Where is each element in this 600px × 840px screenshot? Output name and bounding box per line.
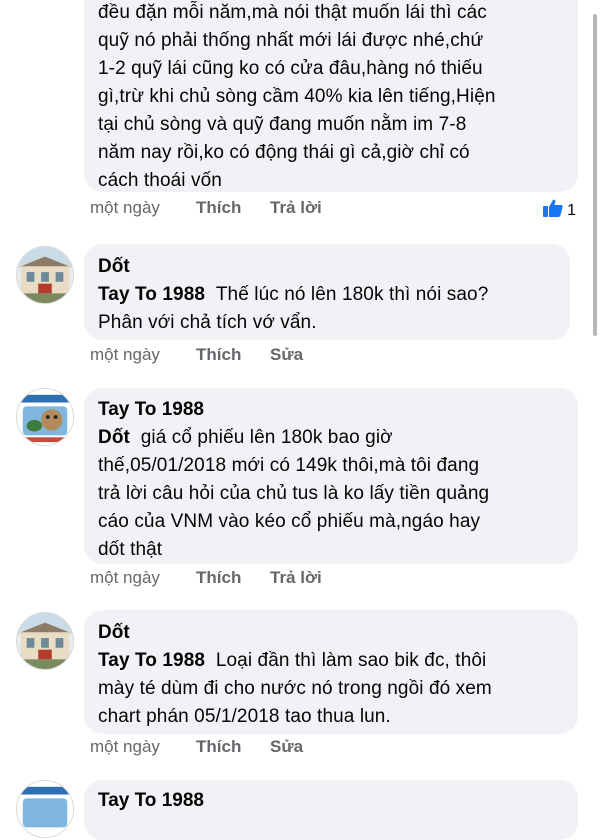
mention-tag[interactable]: Tay To 1988 bbox=[98, 650, 205, 671]
edit-button[interactable]: Sửa bbox=[270, 343, 303, 367]
comment-author[interactable]: Dốt bbox=[98, 255, 556, 279]
mention-tag[interactable]: Dốt bbox=[98, 427, 130, 448]
reply-button[interactable]: Trả lời bbox=[270, 196, 322, 220]
comment-time[interactable]: một ngày bbox=[90, 196, 160, 220]
scrollbar[interactable] bbox=[593, 14, 597, 336]
comment-text: giá cổ phiếu lên 180k bao giờ thế,05/01/… bbox=[98, 427, 490, 560]
reply-button[interactable]: Trả lời bbox=[270, 566, 322, 590]
comment-body: Dốt giá cổ phiếu lên 180k bao giờ thế,05… bbox=[98, 424, 564, 564]
house-photo-icon bbox=[17, 613, 73, 669]
comment-body: Tay To 1988 Thế lúc nó lên 180k thì nói … bbox=[98, 281, 556, 337]
comment-time[interactable]: một ngày bbox=[90, 343, 160, 367]
comment-body: Tay To 1988 Loại đần thì làm sao bik đc,… bbox=[98, 647, 564, 731]
comment-author[interactable]: Tay To 1988 bbox=[98, 398, 564, 422]
comment-author[interactable]: Tay To 1988 bbox=[98, 789, 564, 813]
thumbs-up-icon bbox=[542, 198, 564, 223]
avatar[interactable] bbox=[16, 246, 74, 304]
cartoon-avatar-icon bbox=[17, 781, 73, 837]
comment-bubble: Tay To 1988 bbox=[84, 780, 578, 840]
comment-bubble: Tay To 1988 Dốt giá cổ phiếu lên 180k ba… bbox=[84, 388, 578, 564]
comment-time[interactable]: một ngày bbox=[90, 566, 160, 590]
comment-bubble: Dốt Tay To 1988 Loại đần thì làm sao bik… bbox=[84, 610, 578, 734]
comment-time[interactable]: một ngày bbox=[90, 735, 160, 759]
avatar[interactable] bbox=[16, 612, 74, 670]
mention-tag[interactable]: Tay To 1988 bbox=[98, 284, 205, 305]
avatar[interactable] bbox=[16, 780, 74, 838]
cartoon-avatar-icon bbox=[17, 389, 73, 445]
reaction-count: 1 bbox=[567, 201, 576, 219]
comment-bubble: đều đặn mỗi năm,mà nói thật muốn lái thì… bbox=[84, 0, 578, 192]
avatar[interactable] bbox=[16, 388, 74, 446]
reaction-summary[interactable]: 1 bbox=[542, 198, 576, 223]
comment-author[interactable]: Dốt bbox=[98, 621, 564, 645]
house-photo-icon bbox=[17, 247, 73, 303]
comment-text: đều đặn mỗi năm,mà nói thật muốn lái thì… bbox=[98, 2, 496, 191]
like-button[interactable]: Thích bbox=[196, 566, 241, 590]
edit-button[interactable]: Sửa bbox=[270, 735, 303, 759]
like-button[interactable]: Thích bbox=[196, 343, 241, 367]
like-button[interactable]: Thích bbox=[196, 735, 241, 759]
like-button[interactable]: Thích bbox=[196, 196, 241, 220]
comment-bubble: Dốt Tay To 1988 Thế lúc nó lên 180k thì … bbox=[84, 244, 570, 340]
